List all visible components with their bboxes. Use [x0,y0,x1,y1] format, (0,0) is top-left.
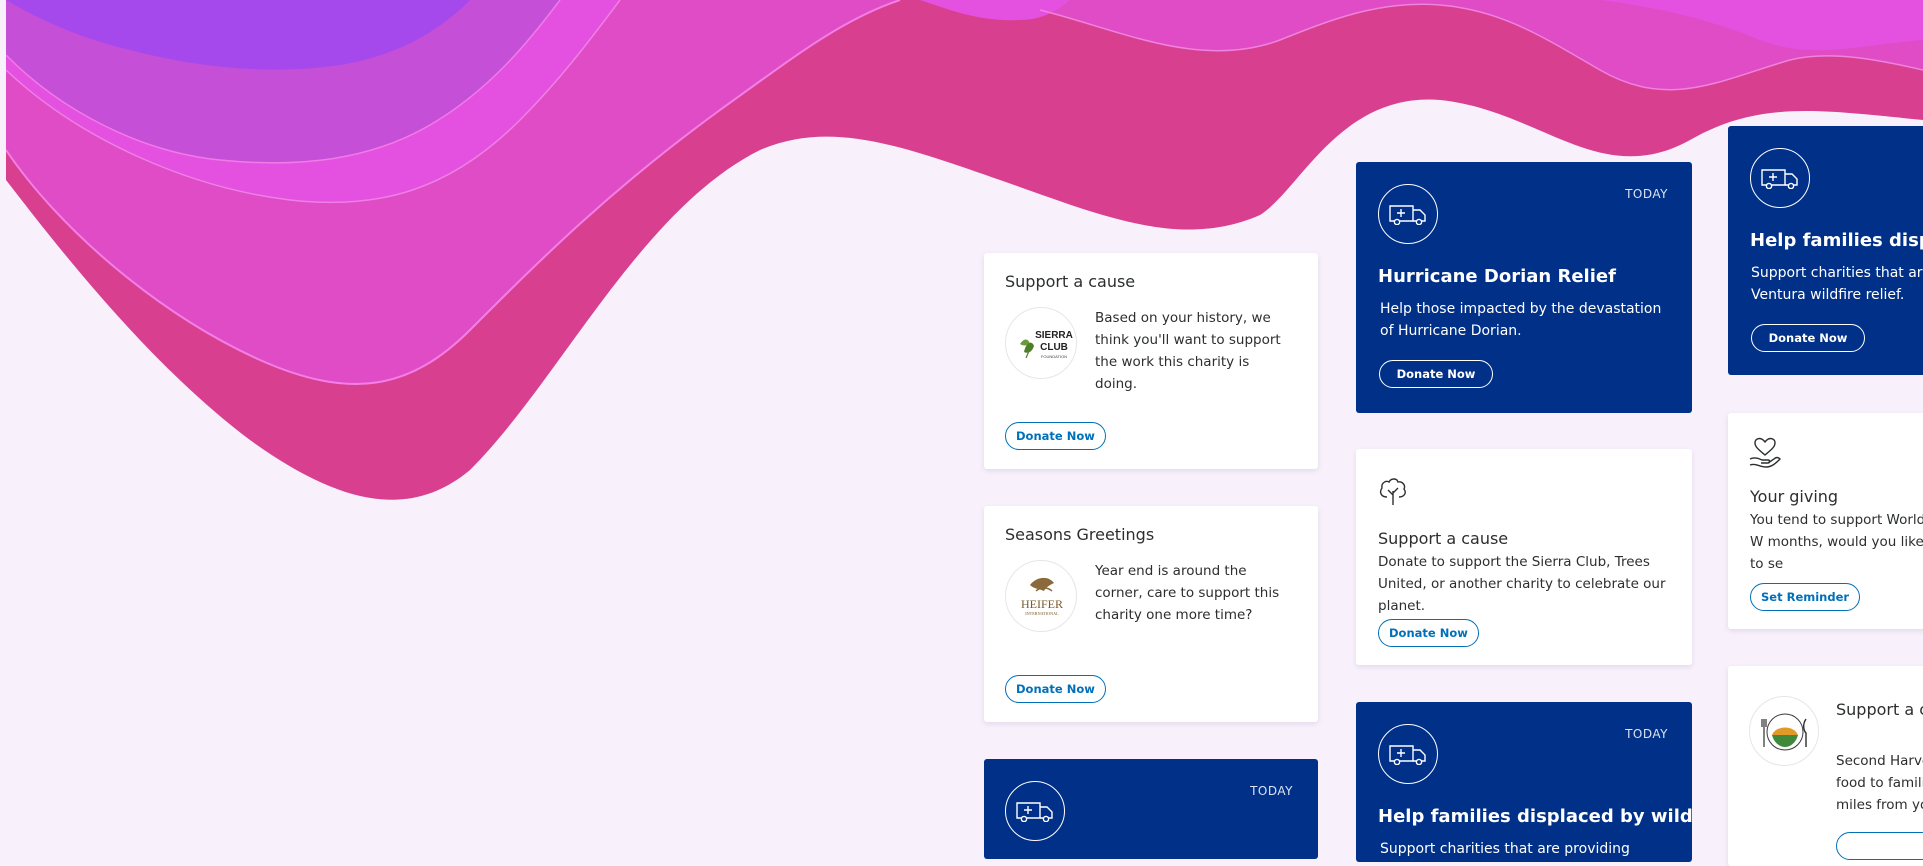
today-badge: TODAY [1625,187,1668,201]
ambulance-icon [1389,205,1426,225]
card-description: Support charities that are Ventura wildf… [1751,265,1923,303]
card-description: Donate to support the Sierra Club, Trees… [1378,554,1666,614]
card-title: Help families displaced by wildfire [1378,806,1692,827]
donate-now-button[interactable]: Donate Now [1378,619,1479,647]
ambulance-icon-circle [1378,724,1438,784]
ambulance-icon-circle [1750,148,1810,208]
heart-in-hand-icon [1749,437,1781,468]
ambulance-icon [1016,802,1053,822]
donate-now-button[interactable]: Donate Now [1005,675,1106,703]
set-reminder-button[interactable]: Set Reminder [1750,583,1861,611]
card-your-giving: Your giving You tend to support World W … [1728,413,1923,629]
heifer-logo-text-2: INTERNATIONAL [1025,611,1059,616]
card-title: Support a cause [1378,529,1509,548]
donate-now-button[interactable]: Donate Now [1751,324,1865,352]
sierra-logo-text-3: FOUNDATION [1041,354,1067,359]
card-description: Based on your history, we think you'll w… [1095,310,1281,392]
heifer-logo-text-1: HEIFER [1021,597,1063,611]
today-badge: TODAY [1625,727,1668,741]
card-description: Support charities that are providing wil… [1380,841,1630,857]
heifer-international-logo: HEIFER INTERNATIONAL [1005,560,1077,632]
card-seasons-greetings-heifer: Seasons Greetings HEIFER INTERNATIONAL Y… [984,506,1318,722]
tree-icon [1379,478,1406,505]
sierra-logo-text-2: CLUB [1040,342,1068,353]
card-support-a-cause-second-harvest: Support a ca Second Harves food to famil… [1728,666,1923,866]
ambulance-icon [1389,745,1426,765]
card-description: Year end is around the corner, care to s… [1095,563,1280,623]
sierra-logo-text-1: SIERRA [1035,330,1073,341]
ambulance-icon [1761,169,1798,189]
donate-now-button[interactable]: Donate Now [1379,360,1493,388]
card-support-a-cause-sierra-club: Support a cause SIERRA CLUB FOUNDATION B… [984,253,1318,469]
card-description: Help those impacted by the devastation o… [1380,301,1662,339]
donate-now-button[interactable] [1836,832,1923,860]
card-support-a-cause-planet: Support a cause Donate to support the Si… [1356,449,1692,665]
card-title: Help families displace [1750,230,1923,251]
card-wildfire-relief-partial: TODAY [984,759,1318,859]
card-hurricane-dorian-relief: TODAY Hurricane Dorian Relief Help those… [1356,162,1692,413]
card-title: Seasons Greetings [1005,525,1155,544]
card-description: Second Harves food to familie miles from… [1836,753,1923,813]
ambulance-icon-circle [1005,781,1065,841]
second-harvest-logo [1749,696,1819,766]
card-help-families-displaced-partial: Help families displace Support charities… [1728,126,1923,375]
card-description: You tend to support World W months, woul… [1750,512,1923,572]
sierra-club-logo: SIERRA CLUB FOUNDATION [1005,307,1077,379]
today-badge: TODAY [1250,784,1293,798]
card-title: Hurricane Dorian Relief [1378,266,1616,287]
card-help-families-displaced-by-wildfire: TODAY Help families displaced by wildfir… [1356,702,1692,862]
card-title: Support a ca [1836,700,1923,719]
ambulance-icon-circle [1378,184,1438,244]
donate-now-button[interactable]: Donate Now [1005,422,1106,450]
card-title: Support a cause [1005,272,1136,291]
card-title: Your giving [1750,487,1839,506]
